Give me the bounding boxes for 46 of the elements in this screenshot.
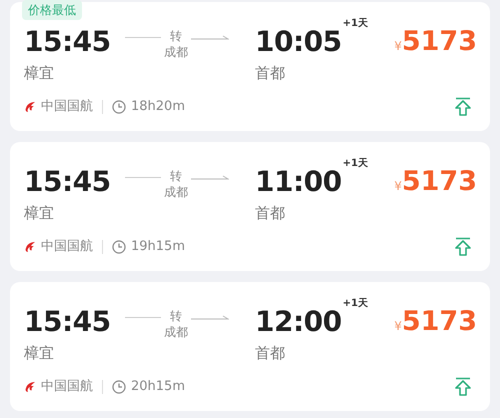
upload-arrow-icon[interactable] [454, 237, 472, 257]
arrival-time: 12:00 [255, 304, 342, 340]
airline: 中国国航 [41, 98, 93, 116]
price: 5173 [402, 305, 477, 339]
transfer-city: 成都 [164, 324, 188, 340]
currency: ¥ [394, 38, 402, 55]
airline: 中国国航 [41, 238, 93, 256]
line [125, 37, 161, 38]
departure-time: 15:45 [24, 164, 112, 200]
transfer-label: 转 [170, 308, 182, 324]
duration: 19h15m [131, 238, 185, 256]
upload-arrow-icon[interactable] [454, 97, 472, 117]
arrival-time: 10:05 [255, 24, 342, 60]
arrival-time: 11:00 [255, 164, 342, 200]
badge: 价格最低 [22, 0, 82, 20]
currency: ¥ [394, 318, 402, 335]
departure-city: 樟宜 [24, 343, 55, 364]
upload-arrow-icon[interactable] [454, 377, 472, 397]
line [125, 177, 161, 178]
arrival-city: 首都 [255, 203, 286, 224]
departure-city: 樟宜 [24, 63, 55, 84]
transfer-label: 转 [170, 168, 182, 184]
departure-time: 15:45 [24, 24, 112, 60]
arrival-city: 首都 [255, 63, 286, 84]
day-offset: +1天 [342, 298, 368, 310]
price: 5173 [402, 25, 477, 59]
transfer-label: 转 [170, 28, 182, 44]
clock-icon [112, 380, 126, 394]
clock-icon [112, 100, 126, 114]
price: 5173 [402, 165, 477, 199]
currency: ¥ [394, 178, 402, 195]
line [125, 317, 161, 318]
arrival-city: 首都 [255, 343, 286, 364]
clock-icon [112, 240, 126, 254]
departure-time: 15:45 [24, 304, 112, 340]
duration: 20h15m [131, 378, 185, 396]
transfer-city: 成都 [164, 184, 188, 200]
bird-logo-icon [24, 101, 36, 113]
bird-logo-icon [24, 381, 36, 393]
duration: 18h20m [131, 98, 185, 116]
day-offset: +1天 [342, 158, 368, 170]
transfer-city: 成都 [164, 44, 188, 60]
airline: 中国国航 [41, 378, 93, 396]
departure-city: 樟宜 [24, 203, 55, 224]
day-offset: +1天 [342, 18, 368, 30]
bird-logo-icon [24, 241, 36, 253]
